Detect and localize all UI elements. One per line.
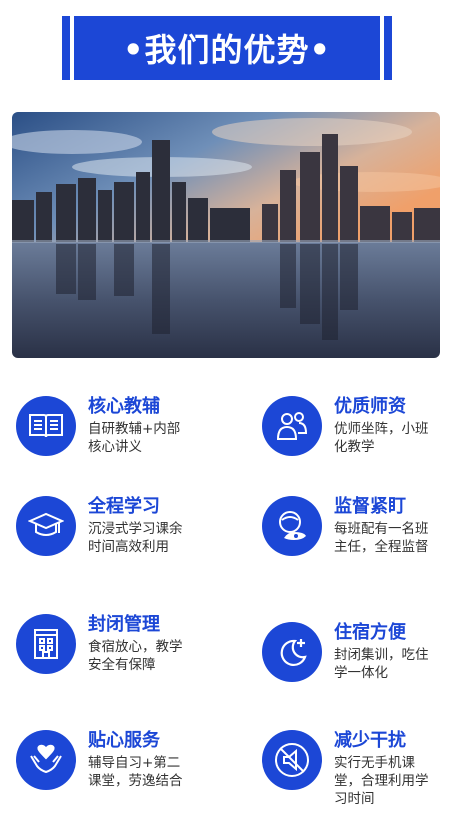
feature-title: 核心教辅	[88, 396, 160, 417]
book-icon	[16, 396, 76, 456]
feature-close-supervision: 监督紧盯 每班配有一名班主任，全程监督	[262, 496, 471, 586]
feature-title: 优质师资	[334, 396, 406, 417]
feature-title: 贴心服务	[88, 730, 160, 751]
feature-title: 全程学习	[88, 496, 160, 517]
banner-left-bar	[62, 16, 70, 80]
feature-closed-management: 封闭管理 食宿放心，教学安全有保障	[16, 614, 226, 704]
feature-description: 食宿放心，教学安全有保障	[88, 639, 183, 673]
feature-description: 辅导自习+第二课堂，劳逸结合	[88, 755, 183, 789]
feature-core-materials: 核心教辅 自研教辅+内部核心讲义	[16, 396, 226, 486]
title-banner: •我们的优势•	[62, 16, 392, 80]
feature-description: 优师坐阵，小班化教学	[334, 421, 429, 455]
supervisor-icon	[262, 496, 322, 556]
heart-hands-icon	[16, 730, 76, 790]
building-icon	[16, 614, 76, 674]
feature-full-study: 全程学习 沉浸式学习课余时间高效利用	[16, 496, 226, 586]
moon-plus-icon	[262, 622, 322, 682]
feature-convenient-lodging: 住宿方便 封闭集训，吃住学一体化	[262, 622, 471, 712]
city-skyline-photo	[12, 112, 440, 358]
feature-title: 减少干扰	[334, 730, 406, 751]
graduation-cap-icon	[16, 496, 76, 556]
feature-description: 封闭集训，吃住学一体化	[334, 647, 429, 681]
feature-quality-teachers: 优质师资 优师坐阵，小班化教学	[262, 396, 471, 486]
feature-title: 住宿方便	[334, 622, 406, 643]
feature-caring-service: 贴心服务 辅导自习+第二课堂，劳逸结合	[16, 730, 226, 820]
feature-description: 每班配有一名班主任，全程监督	[334, 521, 429, 555]
feature-description: 沉浸式学习课余时间高效利用	[88, 521, 183, 555]
feature-description: 实行无手机课堂，合理利用学习时间	[334, 755, 429, 807]
feature-title: 封闭管理	[88, 614, 160, 635]
teachers-icon	[262, 396, 322, 456]
feature-title: 监督紧盯	[334, 496, 406, 517]
no-speaker-icon	[262, 730, 322, 790]
page-title: •我们的优势•	[74, 16, 380, 80]
feature-description: 自研教辅+内部核心讲义	[88, 421, 181, 455]
banner-right-bar	[384, 16, 392, 80]
feature-reduce-distraction: 减少干扰 实行无手机课堂，合理利用学习时间	[262, 730, 471, 820]
